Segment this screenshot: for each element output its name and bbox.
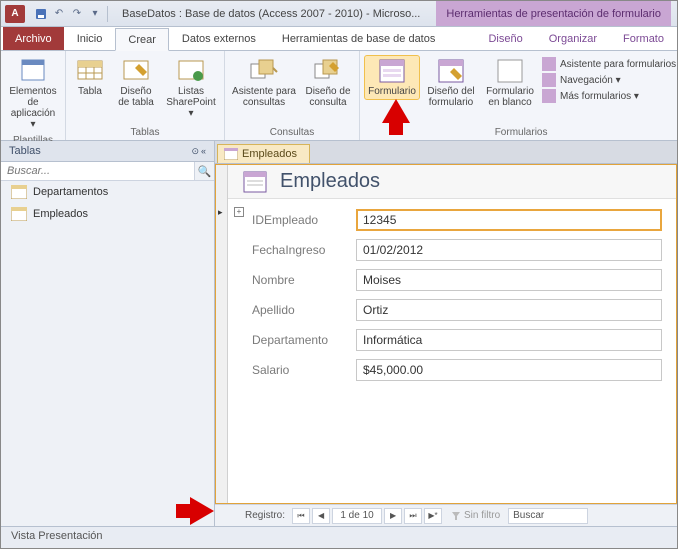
elementos-aplicacion-button[interactable]: Elementos de aplicación ▾ xyxy=(5,55,61,133)
group-plantillas: Elementos de aplicación ▾ Plantillas xyxy=(1,51,66,140)
field-fechaingreso: FechaIngreso 01/02/2012 xyxy=(252,239,662,261)
status-bar: Vista Presentación xyxy=(1,526,677,548)
listas-sharepoint-button[interactable]: Listas SharePoint ▾ xyxy=(162,55,220,122)
nav-collapse-icon[interactable]: « xyxy=(201,146,206,157)
annotation-arrow-registro xyxy=(190,497,214,525)
departamento-input[interactable]: Informática xyxy=(356,329,662,351)
qat-menu-icon[interactable]: ▾ xyxy=(87,6,103,22)
main-area: Empleados Empleados + IDEmpleado 12345 F… xyxy=(215,141,677,526)
nav-header[interactable]: Tablas ⊙ « xyxy=(1,141,214,162)
quick-access-toolbar: ↶ ↷ ▾ xyxy=(33,6,103,22)
tab-diseno[interactable]: Diseño xyxy=(475,27,535,50)
asistente-formularios-item[interactable]: Asistente para formularios xyxy=(542,57,676,71)
tab-formato[interactable]: Formato xyxy=(610,27,677,50)
field-apellido: Apellido Ortiz xyxy=(252,299,662,321)
context-title: Herramientas de presentación de formular… xyxy=(436,1,671,26)
field-idempleado: IDEmpleado 12345 xyxy=(252,209,662,231)
form-view: Empleados + IDEmpleado 12345 FechaIngres… xyxy=(215,164,677,504)
next-record-button[interactable]: ▶ xyxy=(384,508,402,524)
ribbon: Elementos de aplicación ▾ Plantillas Tab… xyxy=(1,51,677,141)
group-consultas: Asistente para consultas Diseño de consu… xyxy=(225,51,360,140)
record-search-input[interactable]: Buscar xyxy=(508,508,588,524)
app-icon: A xyxy=(5,5,25,23)
tab-file[interactable]: Archivo xyxy=(3,27,64,50)
annotation-arrow-formulario xyxy=(382,99,410,123)
salario-input[interactable]: $45,000.00 xyxy=(356,359,662,381)
record-navigator: Registro: ⏮ ◀ 1 de 10 ▶ ⏭ ▶* Sin filtro … xyxy=(215,504,677,526)
tab-inicio[interactable]: Inicio xyxy=(64,27,116,50)
tab-organizar[interactable]: Organizar xyxy=(536,27,610,50)
ribbon-tabs: Archivo Inicio Crear Datos externos Herr… xyxy=(1,27,677,51)
form-header: Empleados xyxy=(228,165,676,199)
new-record-button[interactable]: ▶* xyxy=(424,508,442,524)
record-selector[interactable] xyxy=(216,165,228,503)
title-bar: A ↶ ↷ ▾ BaseDatos : Base de datos (Acces… xyxy=(1,1,677,27)
form-title: Empleados xyxy=(280,170,380,193)
field-salario: Salario $45,000.00 xyxy=(252,359,662,381)
last-record-button[interactable]: ⏭ xyxy=(404,508,422,524)
search-input[interactable] xyxy=(1,162,194,180)
nombre-input[interactable]: Moises xyxy=(356,269,662,291)
diseno-tabla-button[interactable]: Diseño de tabla xyxy=(112,55,160,111)
mas-formularios-item[interactable]: Más formularios ▾ xyxy=(542,89,676,103)
first-record-button[interactable]: ⏮ xyxy=(292,508,310,524)
diseno-consulta-button[interactable]: Diseño de consulta xyxy=(301,55,355,111)
field-nombre: Nombre Moises xyxy=(252,269,662,291)
window-title: BaseDatos : Base de datos (Access 2007 -… xyxy=(112,4,430,24)
tabla-button[interactable]: Tabla xyxy=(70,55,110,100)
redo-icon[interactable]: ↷ xyxy=(69,6,85,22)
navigation-pane: Tablas ⊙ « 🔍 Departamentos Empleados xyxy=(1,141,215,526)
nav-dropdown-icon[interactable]: ⊙ xyxy=(191,146,199,157)
save-icon[interactable] xyxy=(33,6,49,22)
expand-icon[interactable]: + xyxy=(234,207,244,217)
group-formularios: Formulario Diseño del formulario Formula… xyxy=(360,51,678,140)
tab-crear[interactable]: Crear xyxy=(115,28,169,51)
fechaingreso-input[interactable]: 01/02/2012 xyxy=(356,239,662,261)
formularios-menu: Asistente para formularios Navegación ▾ … xyxy=(540,55,678,105)
prev-record-button[interactable]: ◀ xyxy=(312,508,330,524)
idempleado-input[interactable]: 12345 xyxy=(356,209,662,231)
nav-item-departamentos[interactable]: Departamentos xyxy=(1,181,214,203)
field-departamento: Departamento Informática xyxy=(252,329,662,351)
navegacion-item[interactable]: Navegación ▾ xyxy=(542,73,676,87)
tab-herramientas-bd[interactable]: Herramientas de base de datos xyxy=(269,27,448,50)
apellido-input[interactable]: Ortiz xyxy=(356,299,662,321)
group-tablas: Tabla Diseño de tabla Listas SharePoint … xyxy=(66,51,225,140)
filter-indicator[interactable]: Sin filtro xyxy=(451,510,500,521)
formulario-blanco-button[interactable]: Formulario en blanco xyxy=(482,55,538,111)
tab-datos-externos[interactable]: Datos externos xyxy=(169,27,269,50)
nav-item-empleados[interactable]: Empleados xyxy=(1,203,214,225)
asistente-consultas-button[interactable]: Asistente para consultas xyxy=(229,55,299,111)
nav-search: 🔍 xyxy=(1,162,214,181)
formulario-button[interactable]: Formulario xyxy=(364,55,420,100)
diseno-formulario-button[interactable]: Diseño del formulario xyxy=(422,55,480,111)
doc-tab-empleados[interactable]: Empleados xyxy=(217,144,310,163)
record-position[interactable]: 1 de 10 xyxy=(332,508,382,524)
undo-icon[interactable]: ↶ xyxy=(51,6,67,22)
search-icon[interactable]: 🔍 xyxy=(194,162,214,180)
